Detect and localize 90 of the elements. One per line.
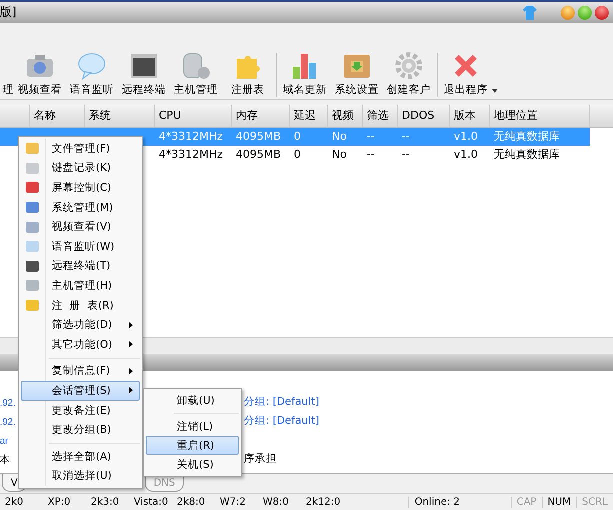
table-cell[interactable]: -- [363, 146, 398, 164]
menu-item[interactable]: 卸载(U) [146, 391, 239, 410]
menu-item[interactable]: 远程终端(T) [21, 256, 140, 276]
gear-icon [394, 51, 424, 81]
menu-icon [26, 241, 39, 252]
menu-item[interactable]: 语音监听(W) [21, 236, 140, 257]
menu-item[interactable]: 屏幕控制(C) [21, 178, 140, 198]
column-header[interactable]: DDOS [398, 105, 450, 127]
log-text: .92. [0, 398, 16, 409]
table-cell[interactable]: No [328, 146, 363, 164]
submenu-arrow-icon [129, 322, 133, 329]
menu-item[interactable]: 视频查看(V) [21, 217, 140, 237]
column-header[interactable]: 内存 [232, 105, 290, 127]
key-indicator: NUM [542, 497, 576, 508]
submenu-arrow-icon [129, 368, 133, 375]
menu-icon [26, 222, 39, 233]
menu-icon [26, 182, 39, 194]
menu-icon [26, 300, 39, 312]
menu-item[interactable]: 重启(R) [146, 436, 239, 455]
menu-item[interactable]: 复制信息(F) [21, 362, 140, 382]
toolbar-button[interactable]: 理 [0, 83, 14, 97]
toolbar-button[interactable]: 语音监听 [66, 51, 118, 97]
menu-item[interactable]: 主机管理(H) [21, 276, 140, 296]
menu-item[interactable]: 文件管理(F) [21, 139, 140, 159]
status-count: W7:2 [220, 497, 247, 508]
menu-icon [26, 143, 39, 154]
status-count: XP:0 [48, 497, 72, 508]
menu-item[interactable]: 筛选功能(D) [21, 315, 140, 335]
status-count: W8:0 [263, 497, 290, 508]
window-title: 版] [0, 4, 17, 21]
log-text: 分组: [Default] [244, 395, 320, 410]
submenu-arrow-icon [129, 341, 133, 348]
table-cell[interactable]: 4095MB [232, 146, 290, 164]
status-count: 2k8:0 [177, 497, 206, 508]
status-count: 2k12:0 [306, 497, 342, 508]
table-cell[interactable]: 4*3312MHz [155, 146, 232, 164]
log-text: 分组: [Default] [244, 414, 320, 429]
maximize-button[interactable] [578, 6, 592, 20]
table-cell[interactable]: 0 [290, 146, 328, 164]
terminal-icon [129, 51, 159, 81]
log-text: ar [0, 436, 8, 447]
menu-item[interactable]: 更改备注(E) [21, 400, 140, 420]
caret-icon[interactable] [492, 89, 498, 93]
online-count: Online: 2 [408, 497, 511, 508]
status-count: 2k3:0 [91, 497, 120, 508]
column-header[interactable]: 系统 [85, 105, 155, 127]
status-count: 2k0 [5, 497, 25, 508]
table-cell[interactable]: v1.0 [450, 146, 490, 164]
column-header[interactable]: 版本 [450, 105, 490, 127]
column-header[interactable]: CPU [155, 105, 232, 127]
toolbar-button[interactable]: 视频查看 [14, 51, 66, 97]
menu-icon [26, 280, 39, 292]
column-header[interactable]: 视频 [328, 105, 363, 127]
log-text: 序承担 [244, 452, 277, 467]
menu-item[interactable]: 键盘记录(K) [21, 158, 140, 178]
menu-icon [26, 260, 39, 272]
minimize-button[interactable] [561, 6, 575, 20]
log-text: 本 [0, 455, 10, 466]
toolbar-button[interactable]: 注册表 [222, 51, 274, 97]
menu-item[interactable]: 会话管理(S) [21, 381, 140, 401]
bubble-icon [77, 51, 107, 81]
log-text: .92. [0, 417, 16, 428]
toolbar-button[interactable]: 域名更新 [279, 51, 331, 97]
menu-item[interactable]: 关机(S) [146, 455, 239, 474]
column-header[interactable]: 延迟 [290, 105, 328, 127]
menu-item[interactable]: 更改分组(B) [21, 420, 140, 440]
toolbar-button[interactable]: 主机管理 [170, 51, 222, 97]
submenu-arrow-icon [129, 387, 133, 394]
database-icon [181, 51, 211, 81]
menu-item[interactable]: 注销(L) [146, 417, 239, 436]
status-count: Vista:0 [134, 497, 170, 508]
close-button[interactable] [595, 6, 609, 20]
toolbar-button[interactable]: 退出程序 [440, 51, 492, 97]
toolbar-button[interactable]: 系统设置 [331, 51, 383, 97]
key-indicator: SCRL [576, 497, 613, 508]
column-header[interactable]: 筛选 [363, 105, 398, 127]
menu-item[interactable]: 其它功能(O) [21, 334, 140, 355]
menu-icon [26, 202, 39, 214]
column-header[interactable]: 地理位置 [490, 105, 590, 127]
column-header[interactable]: 名称 [30, 105, 85, 127]
menu-item[interactable]: 系统管理(M) [21, 198, 140, 218]
menu-item[interactable]: 注 册 表(R) [21, 296, 140, 316]
table-cell[interactable]: -- [398, 146, 450, 164]
table-cell[interactable]: 无纯真数据库 [490, 146, 590, 164]
menu-item[interactable]: 选择全部(A) [21, 446, 140, 466]
toolbar-button[interactable]: 创建客户 [383, 51, 435, 97]
menu-icon [26, 162, 39, 174]
shirt-icon[interactable] [522, 4, 538, 20]
key-indicator: CAP [510, 497, 542, 508]
toolbar-button[interactable]: 远程终端 [118, 51, 170, 97]
